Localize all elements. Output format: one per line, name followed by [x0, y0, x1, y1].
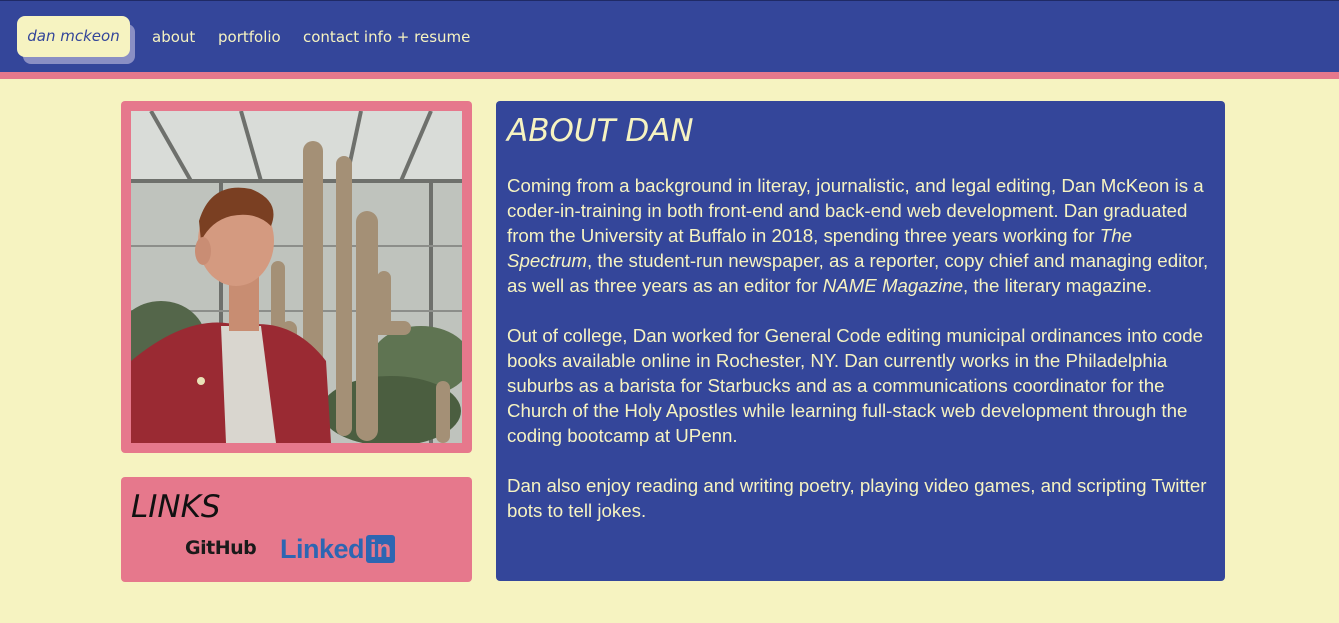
linkedin-logo-icon[interactable]: Linked in — [280, 533, 396, 565]
about-card: ABOUT DAN Coming from a background in li… — [496, 101, 1225, 581]
nav-link-portfolio[interactable]: portfolio — [218, 27, 281, 47]
brand-label[interactable]: dan mckeon — [17, 16, 130, 57]
github-label: GitHub — [185, 537, 257, 559]
navbar: dan mckeon about portfolio contact info … — [0, 0, 1339, 72]
about-p1-emphasis-name-magazine: NAME Magazine — [822, 275, 963, 296]
profile-photo — [131, 111, 462, 443]
about-paragraph-1: Coming from a background in literay, jou… — [507, 173, 1219, 298]
links-heading: LINKS — [131, 489, 221, 525]
brand-link[interactable]: dan mckeon — [17, 16, 135, 64]
about-p1-text-c: , the literary magazine. — [962, 275, 1153, 296]
github-logo-icon[interactable]: GitHub — [185, 536, 257, 560]
nav-link-contact-resume[interactable]: contact info + resume — [303, 27, 470, 47]
about-heading: ABOUT DAN — [507, 113, 694, 149]
navbar-accent-stripe — [0, 72, 1339, 79]
linkedin-in-box: in — [366, 535, 396, 563]
profile-photo-frame — [121, 101, 472, 453]
nav-link-about[interactable]: about — [152, 27, 195, 47]
about-body: Coming from a background in literay, jou… — [507, 173, 1219, 548]
linkedin-wordmark: Linked — [280, 534, 365, 564]
about-paragraph-2: Out of college, Dan worked for General C… — [507, 325, 1203, 446]
about-paragraph-3: Dan also enjoy reading and writing poetr… — [507, 475, 1207, 521]
links-card: LINKS GitHub Linked in — [121, 477, 472, 582]
